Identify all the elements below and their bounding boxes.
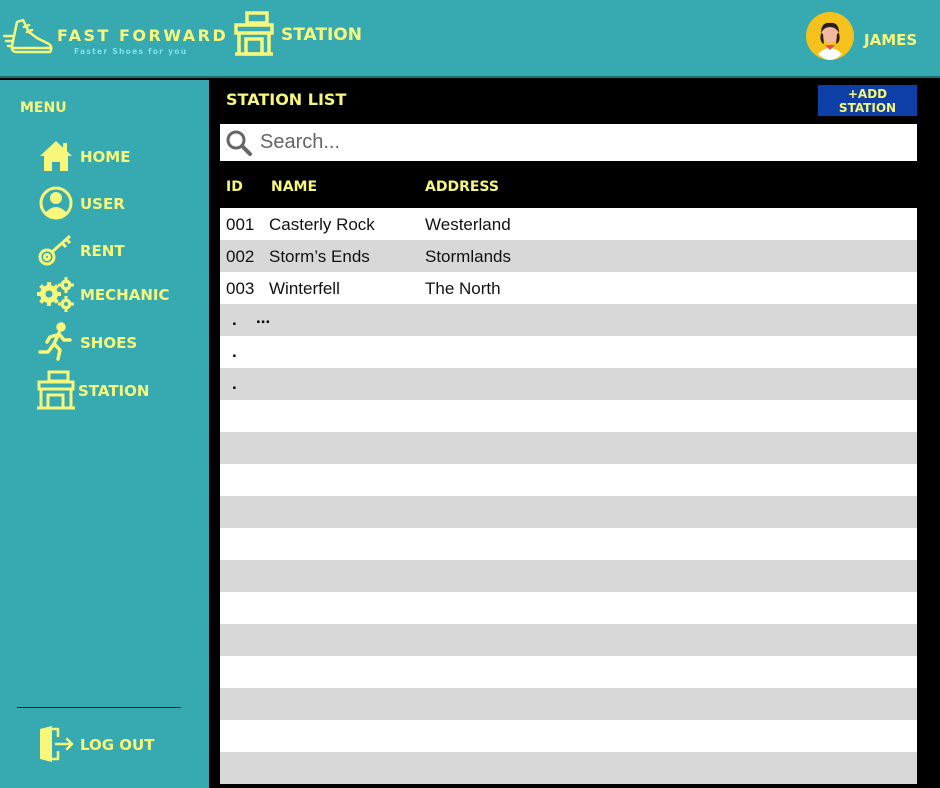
gears-icon: [37, 277, 74, 312]
sidebar-item-label: STATION: [78, 382, 150, 400]
brand-name: FAST FORWARD: [57, 26, 229, 45]
user-icon: [39, 186, 73, 220]
continuation-dot: .: [232, 374, 237, 393]
sidebar-item-home[interactable]: HOME: [36, 136, 206, 176]
runner-icon: [38, 322, 72, 361]
cell-name: Casterly Rock: [269, 215, 375, 234]
sidebar-item-user[interactable]: USER: [36, 183, 206, 223]
station-icon: [234, 11, 274, 56]
logout-icon: [40, 726, 74, 762]
table-row[interactable]: 001 Casterly Rock Westerland: [220, 208, 917, 240]
search-bar: [220, 124, 917, 161]
top-header: FAST FORWARD Faster Shoes for you STATIO…: [0, 0, 940, 78]
current-page-title: STATION: [281, 25, 362, 45]
shoe-logo-icon: [3, 18, 53, 54]
search-icon: [226, 130, 252, 156]
menu-title: MENU: [20, 100, 67, 116]
table-row: [220, 656, 917, 688]
station-table: 001 Casterly Rock Westerland 002 Storm’s…: [220, 208, 917, 784]
table-row: [220, 432, 917, 464]
sidebar-item-station[interactable]: STATION: [36, 370, 206, 410]
sidebar: MENU HOME USER RENT MECHANIC SHOES STATI…: [0, 80, 209, 788]
continuation-dot: .: [232, 310, 237, 329]
avatar[interactable]: [806, 12, 854, 60]
table-row: .: [220, 336, 917, 368]
sidebar-item-label: USER: [80, 195, 125, 213]
sidebar-divider: [17, 707, 181, 708]
table-row: [220, 624, 917, 656]
cell-address: The North: [425, 279, 501, 298]
cell-id: 001: [226, 215, 255, 234]
continuation-ellipsis: ...: [256, 308, 271, 327]
sidebar-item-label: SHOES: [80, 334, 138, 352]
logout-label: LOG OUT: [80, 736, 155, 754]
add-station-button[interactable]: +ADD STATION: [818, 85, 917, 116]
station-icon: [37, 370, 75, 410]
column-header-id[interactable]: ID: [226, 179, 243, 195]
table-row: . ...: [220, 304, 917, 336]
page-title: STATION LIST: [226, 90, 347, 109]
logout-button[interactable]: LOG OUT: [36, 724, 206, 764]
table-row: [220, 752, 917, 784]
sidebar-item-rent[interactable]: RENT: [36, 230, 206, 270]
cell-id: 003: [226, 279, 255, 298]
column-header-address[interactable]: ADDRESS: [425, 179, 499, 195]
user-name[interactable]: JAMES: [864, 31, 917, 49]
sidebar-item-label: MECHANIC: [80, 286, 170, 304]
search-input[interactable]: [260, 124, 910, 161]
continuation-dot: .: [232, 342, 237, 361]
table-row[interactable]: 002 Storm’s Ends Stormlands: [220, 240, 917, 272]
table-row: [220, 464, 917, 496]
table-row: [220, 592, 917, 624]
table-row[interactable]: 003 Winterfell The North: [220, 272, 917, 304]
table-row: [220, 560, 917, 592]
sidebar-item-label: RENT: [80, 242, 125, 260]
cell-address: Westerland: [425, 215, 511, 234]
home-icon: [40, 141, 72, 171]
column-header-name[interactable]: NAME: [271, 179, 317, 195]
sidebar-item-label: HOME: [80, 148, 131, 166]
table-row: [220, 528, 917, 560]
cell-id: 002: [226, 247, 255, 266]
cell-address: Stormlands: [425, 247, 511, 266]
table-row: [220, 688, 917, 720]
table-row: [220, 496, 917, 528]
table-row: [220, 400, 917, 432]
table-row: [220, 720, 917, 752]
sidebar-item-mechanic[interactable]: MECHANIC: [36, 274, 206, 314]
sidebar-item-shoes[interactable]: SHOES: [36, 322, 206, 362]
cell-name: Winterfell: [269, 279, 340, 298]
key-icon: [38, 234, 72, 266]
cell-name: Storm’s Ends: [269, 247, 370, 266]
brand-tagline: Faster Shoes for you: [74, 47, 188, 56]
table-row: .: [220, 368, 917, 400]
